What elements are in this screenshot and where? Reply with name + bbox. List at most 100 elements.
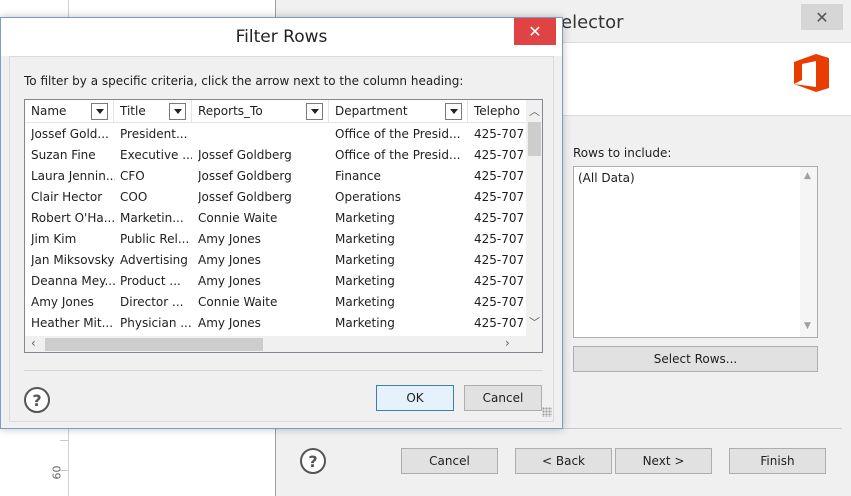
table-cell: COO [120,190,148,204]
scroll-right-icon[interactable]: › [505,336,510,350]
finish-button[interactable]: Finish [729,448,826,474]
horizontal-scrollbar[interactable]: ‹ › [25,336,542,352]
table-cell: 425-707 [474,295,525,309]
table-row[interactable]: Deanna Mey... Product ... Amy Jones Marketi… [25,271,528,292]
table-cell: Executive ... [120,148,192,162]
ok-button[interactable]: OK [376,385,454,411]
table-cell: Connie Waite [198,295,278,309]
table-cell: 425-707 [474,127,525,141]
table-row[interactable]: Suzan Fine Executive ... Jossef Goldberg Of… [25,145,528,166]
table-cell: Marketing [335,211,395,225]
table-cell: Director ... [120,295,184,309]
list-scrollbar[interactable]: ▲ ▼ [800,167,817,337]
table-row[interactable]: Jan Miksovsky Advertising Amy Jones Marketi… [25,250,528,271]
table-cell: Amy Jones [198,253,261,267]
column-header-reports-to[interactable]: Reports_To [192,100,329,123]
table-cell: 425-707 [474,316,525,330]
dialog-titlebar: Filter Rows ✕ [1,18,562,56]
table-cell: Physician ... [120,316,192,330]
next-button[interactable]: Next > [615,448,712,474]
column-header-label: Department [335,104,408,118]
column-header-name[interactable]: Name [25,100,114,123]
wizard-close-button[interactable]: ✕ [801,4,843,30]
column-header-label: Title [120,104,146,118]
table-row[interactable]: Heather Mit... Physician ... Amy Jones Mark… [25,313,528,334]
column-header-title[interactable]: Title [114,100,192,123]
close-icon: ✕ [815,7,829,27]
scroll-up-icon[interactable]: ︿ [529,103,540,119]
scroll-down-icon[interactable]: ▼ [804,321,811,331]
table-cell: Amy Jones [198,316,261,330]
table-row[interactable]: Amy Jones Director ... Connie Waite Marketi… [25,292,528,313]
table-row[interactable]: Robert O'Ha... Marketin... Connie Waite Mar… [25,208,528,229]
ruler-tick [60,440,68,441]
table-cell: Marketin... [120,211,184,225]
list-item[interactable]: (All Data) [578,171,635,185]
table-row[interactable]: Jossef Gold... President... Office of the … [25,124,528,145]
table-cell: President... [120,127,188,141]
dialog-divider [24,370,543,371]
filter-dropdown-icon[interactable] [91,103,108,120]
filter-instruction: To filter by a specific criteria, click … [24,74,464,88]
dialog-close-button[interactable]: ✕ [514,18,556,45]
scroll-thumb[interactable] [528,122,541,156]
help-icon[interactable]: ? [24,387,50,413]
table-cell: Jossef Goldberg [198,148,292,162]
column-header-telephone[interactable]: Telepho [468,100,528,123]
cancel-button[interactable]: Cancel [401,448,498,474]
resize-grip-icon[interactable] [542,407,552,417]
table-cell: Finance [335,169,381,183]
table-cell: 425-707 [474,169,525,183]
table-cell: 425-707 [474,211,525,225]
table-cell: 425-707 [474,232,525,246]
filter-dropdown-icon[interactable] [306,103,323,120]
table-cell: Jim Kim [31,232,77,246]
table-row[interactable]: Jim Kim Public Rel... Amy Jones Marketing 42… [25,229,528,250]
select-rows-button[interactable]: Select Rows... [573,346,818,372]
close-icon: ✕ [528,22,542,41]
table-cell: 425-707 [474,253,525,267]
table-row[interactable]: Clair Hector COO Jossef Goldberg Operations… [25,187,528,208]
help-icon[interactable]: ? [300,448,326,474]
scroll-thumb[interactable] [45,338,263,351]
help-glyph: ? [308,451,318,471]
table-cell: Office of the Presid... [335,148,461,162]
scroll-left-icon[interactable]: ‹ [31,336,36,350]
table-cell: Suzan Fine [31,148,96,162]
column-header-department[interactable]: Department [329,100,468,123]
grid-header: Name Title Reports_To Department Telepho [25,100,542,123]
filter-dropdown-icon[interactable] [445,103,462,120]
table-cell: Jossef Gold... [31,127,109,141]
table-cell: Marketing [335,274,395,288]
rows-to-include-list[interactable]: (All Data) ▲ ▼ [573,166,818,338]
table-cell: CFO [120,169,145,183]
back-button[interactable]: < Back [515,448,612,474]
table-row[interactable]: Laura Jennin... CFO Jossef Goldberg Finance… [25,166,528,187]
filter-rows-dialog: Filter Rows ✕ To filter by a specific cr… [0,17,563,429]
table-cell: Jan Miksovsky [31,253,115,267]
filter-dropdown-icon[interactable] [169,103,186,120]
office-logo-icon [794,54,829,92]
vertical-scrollbar[interactable]: ︿ ﹀ [526,100,542,336]
table-cell: 425-707 [474,274,525,288]
table-cell: Marketing [335,232,395,246]
table-cell: Jossef Goldberg [198,169,292,183]
table-cell: 425-707 [474,148,525,162]
ruler-number: 60 [50,465,64,480]
cancel-button[interactable]: Cancel [464,385,542,411]
table-cell: Heather Mit... [31,316,114,330]
help-glyph: ? [32,390,42,410]
scroll-up-icon[interactable]: ▲ [804,171,811,181]
table-cell: Clair Hector [31,190,103,204]
scroll-down-icon[interactable]: ﹀ [529,314,540,330]
table-cell: Marketing [335,295,395,309]
table-cell: Amy Jones [198,274,261,288]
table-cell: Public Rel... [120,232,190,246]
table-cell: Connie Waite [198,211,278,225]
table-cell: Deanna Mey... [31,274,115,288]
column-header-label: Telepho [474,104,520,118]
table-cell: Amy Jones [198,232,261,246]
data-grid[interactable]: Name Title Reports_To Department Telepho [24,99,543,353]
table-cell: Operations [335,190,401,204]
table-cell: Robert O'Ha... [31,211,115,225]
